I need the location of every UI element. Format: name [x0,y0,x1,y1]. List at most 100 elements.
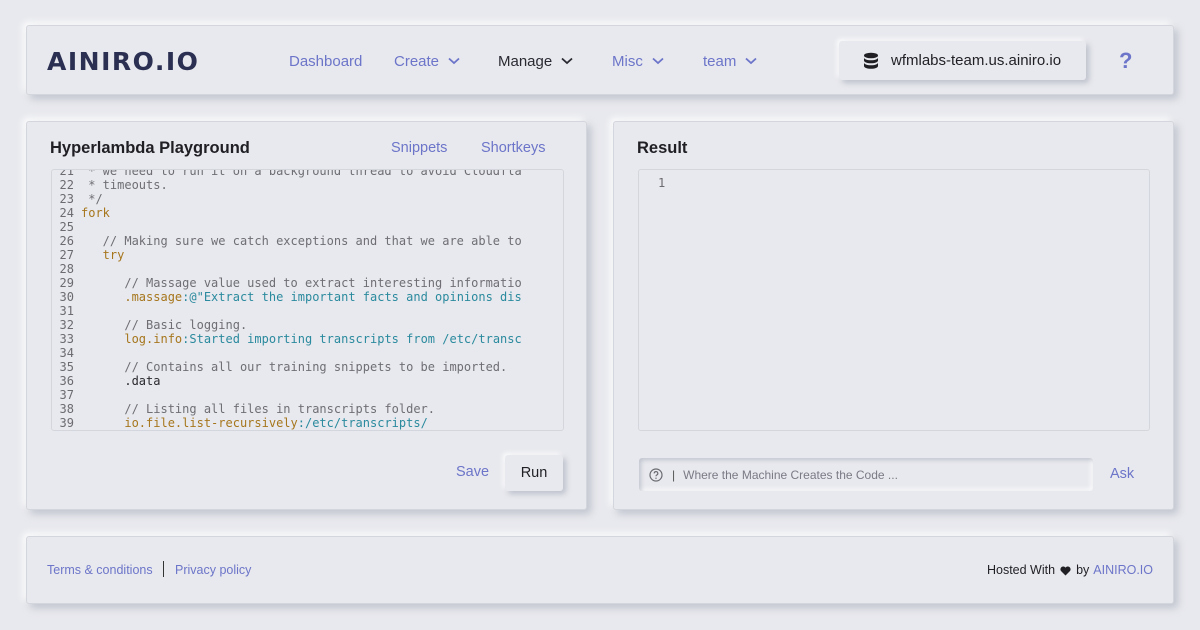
chevron-down-icon [561,57,573,65]
nav-manage-label: Manage [498,52,553,70]
terms-link[interactable]: Terms & conditions [47,563,153,577]
code-text: .massage:@"Extract the important facts a… [81,290,522,304]
line-number: 34 [59,346,74,360]
code-line: 35 // Contains all our training snippets… [52,360,522,374]
code-line: 39 io.file.list-recursively:/etc/transcr… [52,416,522,430]
code-line: 21 * we need to run it on a background t… [52,169,522,178]
code-editor[interactable]: 21 * we need to run it on a background t… [51,169,564,431]
line-number: 21 [59,169,74,178]
ainiro-logo[interactable]: AINIRO.IO [47,47,199,76]
header-bar: AINIRO.IO Dashboard Create Manage Misc t… [26,25,1174,95]
result-title: Result [637,139,688,157]
chevron-down-icon [745,57,757,65]
code-line: 37 [52,388,522,402]
nav-manage[interactable]: Manage [498,26,573,96]
hosted-by: by [1076,563,1090,577]
code-key: log.info [81,332,183,346]
code-line: 22 * timeouts. [52,178,522,192]
code-line: 30 .massage:@"Extract the important fact… [52,290,522,304]
database-icon [862,52,880,70]
code-text: // Listing all files in transcripts fold… [81,402,436,416]
line-number: 28 [59,262,74,276]
nav-team[interactable]: team [703,26,757,96]
snippets-link[interactable]: Snippets [391,140,447,156]
ask-input[interactable]: | Where the Machine Creates the Code ... [639,458,1093,491]
code-value: :Started importing transcripts from /etc… [182,332,522,346]
nav-dashboard-label: Dashboard [289,52,363,70]
run-button[interactable]: Run [505,455,563,491]
line-number: 22 [59,178,74,192]
code-value: :@"Extract the important facts and opini… [182,290,522,304]
code-text: // Making sure we catch exceptions and t… [81,234,522,248]
code-key: .massage [81,290,183,304]
ask-separator: | [672,467,676,482]
code-value: :/etc/transcripts/ [297,416,428,430]
nav-misc-label: Misc [612,52,643,70]
code-text: log.info:Started importing transcripts f… [81,332,522,346]
code-line: 28 [52,262,522,276]
result-editor[interactable]: 1 [638,169,1150,431]
server-name: wfmlabs-team.us.ainiro.io [891,52,1062,69]
line-number: 31 [59,304,74,318]
code-key: io.file.list-recursively [81,416,298,430]
nav-team-label: team [703,52,737,70]
code-line: 34 [52,346,522,360]
line-number: 25 [59,220,74,234]
playground-panel: Hyperlambda Playground Snippets Shortkey… [26,121,587,510]
code-text: io.file.list-recursively:/etc/transcript… [81,416,428,430]
ainiro-link[interactable]: AINIRO.IO [1093,563,1153,577]
ask-button[interactable]: Ask [1110,466,1134,482]
ask-placeholder: Where the Machine Creates the Code ... [683,467,898,482]
chevron-down-icon [448,57,460,65]
code-text: fork [81,206,110,220]
privacy-link[interactable]: Privacy policy [175,563,251,577]
code-line: 32 // Basic logging. [52,318,522,332]
playground-title: Hyperlambda Playground [50,139,250,157]
code-text: // Basic logging. [81,318,248,332]
nav-misc[interactable]: Misc [612,26,664,96]
code-text: try [81,248,125,262]
hosted-with: Hosted With by AINIRO.IO [987,563,1153,577]
line-number: 30 [59,290,74,304]
code-line: 29 // Massage value used to extract inte… [52,276,522,290]
line-number: 32 [59,318,74,332]
code-text: * we need to run it on a background thre… [81,169,522,178]
code-line: 38 // Listing all files in transcripts f… [52,402,522,416]
heart-icon [1060,565,1071,576]
nav-create-label: Create [394,52,440,70]
server-selector-button[interactable]: wfmlabs-team.us.ainiro.io [839,41,1086,80]
code-text: * timeouts. [81,178,168,192]
line-number: 24 [59,206,74,220]
line-number: 23 [59,192,74,206]
line-number: 35 [59,360,74,374]
chevron-down-icon [652,57,664,65]
code-line: 26 // Making sure we catch exceptions an… [52,234,522,248]
shortkeys-link[interactable]: Shortkeys [481,140,545,156]
save-button[interactable]: Save [456,464,489,480]
code-text: */ [81,192,103,206]
line-number: 33 [59,332,74,346]
line-number: 39 [59,416,74,430]
code-text: // Contains all our training snippets to… [81,360,508,374]
line-number: 1 [658,176,666,190]
nav-dashboard[interactable]: Dashboard [289,26,362,96]
line-number: 27 [59,248,74,262]
code-text: // Massage value used to extract interes… [81,276,522,290]
code-line: 24 fork [52,206,522,220]
line-number: 29 [59,276,74,290]
question-mark-icon[interactable]: ? [1119,48,1132,74]
code-line: 31 [52,304,522,318]
hosted-prefix: Hosted With [986,563,1056,577]
code-line: 23 */ [52,192,522,206]
code-line: 36 .data [52,374,522,388]
line-number: 38 [59,402,74,416]
nav-create[interactable]: Create [394,26,460,96]
question-circle-icon [649,467,663,482]
code-lines: 21 * we need to run it on a background t… [52,169,522,430]
line-number: 37 [59,388,74,402]
line-number: 36 [59,374,74,388]
line-number: 26 [59,234,74,248]
code-line: 27 try [52,248,522,262]
footer-bar: Terms & conditions Privacy policy Hosted… [26,536,1174,604]
code-line: 33 log.info:Started importing transcript… [52,332,522,346]
